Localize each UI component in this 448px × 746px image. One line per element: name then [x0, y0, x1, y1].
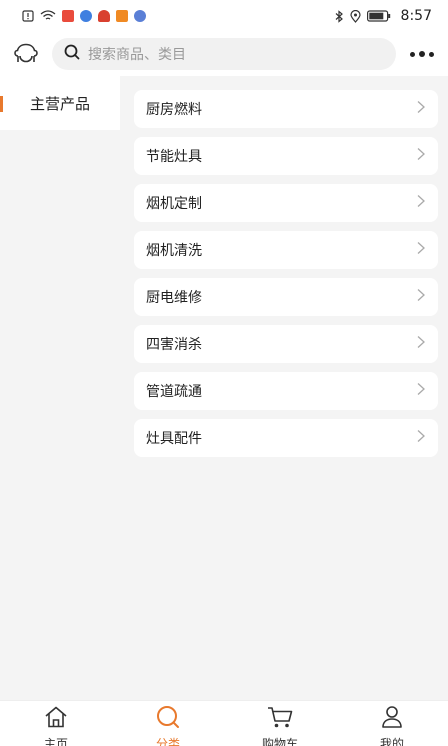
customer-service-icon[interactable] [0, 32, 52, 76]
chevron-right-icon [416, 100, 426, 118]
side-item-main-products[interactable]: 主营产品 [0, 76, 120, 130]
status-right-icons: 8:57 [334, 8, 432, 24]
cart-icon [266, 705, 294, 733]
category-item[interactable]: 管道疏通 [134, 372, 438, 410]
category-item[interactable]: 厨房燃料 [134, 90, 438, 128]
category-item[interactable]: 厨电维修 [134, 278, 438, 316]
alert-icon [22, 10, 34, 22]
category-label: 管道疏通 [146, 384, 202, 400]
more-dot [429, 51, 434, 57]
category-label: 烟机定制 [146, 196, 202, 212]
more-dots-icon[interactable] [396, 32, 448, 76]
tab-category[interactable]: 分类 [112, 701, 224, 746]
app-icon [80, 10, 92, 22]
app-badge-icon [62, 10, 74, 22]
app-icon [98, 10, 110, 22]
chevron-right-icon [416, 194, 426, 212]
chevron-right-icon [416, 288, 426, 306]
status-bar: 8:57 [0, 0, 448, 32]
category-item[interactable]: 烟机定制 [134, 184, 438, 222]
chevron-right-icon [416, 241, 426, 259]
chevron-right-icon [416, 382, 426, 400]
search-icon [64, 44, 80, 64]
chevron-right-icon [416, 429, 426, 447]
side-item-label: 主营产品 [29, 94, 90, 113]
tab-profile[interactable]: 我的 [336, 701, 448, 746]
category-label: 四害消杀 [146, 337, 202, 353]
status-left-icons [22, 10, 146, 22]
chevron-right-icon [416, 147, 426, 165]
bluetooth-icon [334, 9, 344, 23]
status-time: 8:57 [400, 8, 432, 24]
category-label: 灶具配件 [146, 431, 202, 447]
tab-home[interactable]: 主页 [0, 701, 112, 746]
home-icon [43, 705, 69, 733]
tab-label: 购物车 [261, 737, 298, 746]
tab-cart[interactable]: 购物车 [224, 701, 336, 746]
tab-label: 主页 [43, 737, 68, 746]
user-icon [379, 705, 405, 733]
tab-label: 我的 [379, 737, 404, 746]
app-icon [134, 10, 146, 22]
bottom-tab-bar: 主页 分类 购物车 我的 [0, 700, 448, 746]
tab-label: 分类 [155, 737, 180, 746]
category-label: 厨电维修 [146, 290, 202, 306]
category-item[interactable]: 四害消杀 [134, 325, 438, 363]
video-icon [116, 10, 128, 22]
category-label: 节能灶具 [146, 149, 202, 165]
battery-icon [366, 10, 391, 22]
category-item[interactable]: 烟机清洗 [134, 231, 438, 269]
search-bar[interactable]: 搜索商品、类目 [52, 38, 396, 70]
category-item[interactable]: 节能灶具 [134, 137, 438, 175]
location-icon [349, 9, 361, 23]
category-item[interactable]: 灶具配件 [134, 419, 438, 457]
category-label: 烟机清洗 [146, 243, 202, 259]
chevron-right-icon [416, 335, 426, 353]
more-dot [419, 51, 425, 57]
category-label: 厨房燃料 [146, 102, 202, 118]
category-search-icon [155, 705, 181, 733]
wifi-icon [40, 10, 56, 22]
top-header: 搜索商品、类目 [0, 32, 448, 76]
search-placeholder: 搜索商品、类目 [88, 47, 186, 63]
category-side-nav: 主营产品 [0, 76, 120, 700]
app-screen: 8:57 搜索商品、类目 主营产品 厨房燃料 节能灶具 烟机定制 烟机清洗 厨电… [0, 0, 448, 746]
category-list: 厨房燃料 节能灶具 烟机定制 烟机清洗 厨电维修 四害消杀 管道疏通 灶具配件 [120, 76, 448, 700]
more-dot [410, 51, 415, 57]
